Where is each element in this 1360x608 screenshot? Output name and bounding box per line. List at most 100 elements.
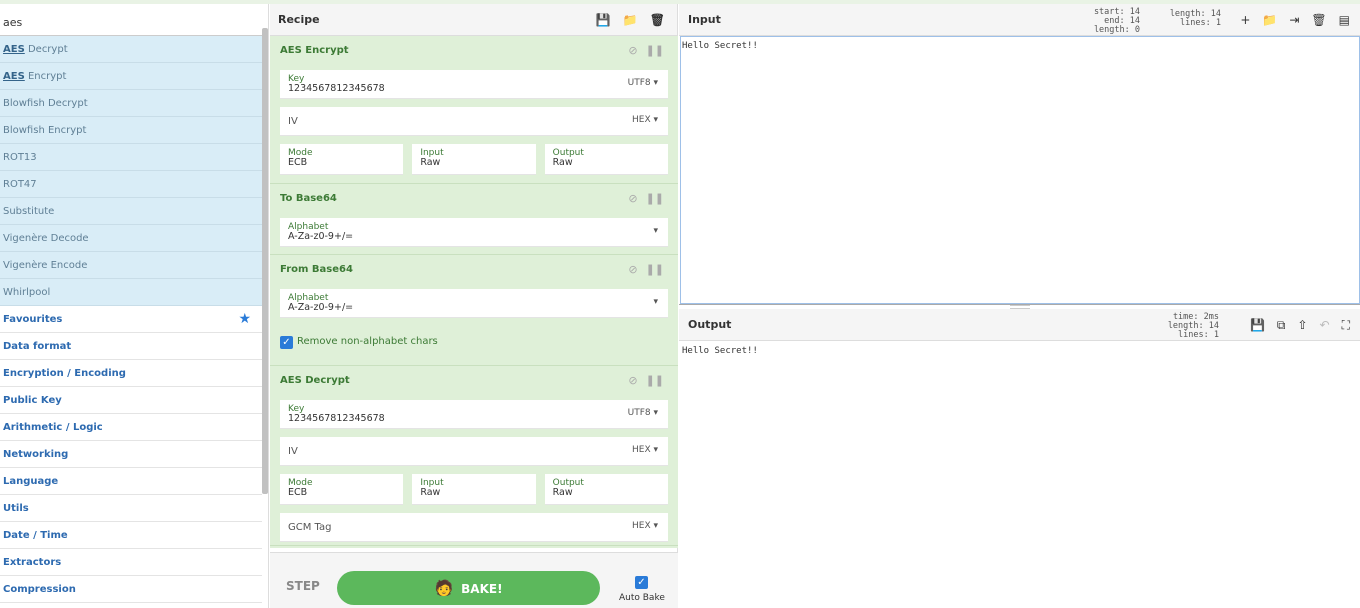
folder-icon[interactable]: 📁 <box>1262 4 1277 36</box>
save-icon[interactable]: 💾 <box>596 4 611 36</box>
iv-encoding-dropdown[interactable]: HEX ▾ <box>632 115 658 125</box>
key-field[interactable]: Key 1234567812345678 UTF8 ▾ <box>280 400 668 429</box>
gcm-tag-field[interactable]: GCM Tag HEX ▾ <box>280 513 668 542</box>
output-title: Output <box>688 318 732 331</box>
layout-icon[interactable]: ▤ <box>1339 4 1350 36</box>
iv-field[interactable]: IV HEX ▾ <box>280 437 668 466</box>
mode-select[interactable]: Mode ECB <box>280 474 404 505</box>
op-title: From Base64 <box>280 264 353 275</box>
output-header: Output time: 2ms length: 14 lines: 1 💾 ⧉ ⇧… <box>679 309 1360 341</box>
key-field[interactable]: Key 1234567812345678 UTF8 ▾ <box>280 70 668 99</box>
recipe-header: Recipe 💾 📁 🗑 <box>270 4 677 36</box>
input-text[interactable]: Hello Secret!! <box>682 41 758 51</box>
key-encoding-dropdown[interactable]: UTF8 ▾ <box>628 408 658 418</box>
output-value: Raw <box>552 487 573 498</box>
file-input-icon[interactable]: ⇥ <box>1289 4 1299 36</box>
operation-item[interactable]: Vigenère Encode <box>0 252 262 279</box>
undo-icon[interactable]: ↶ <box>1320 309 1330 341</box>
op-title: AES Decrypt <box>280 375 350 386</box>
alphabet-select[interactable]: Alphabet A-Za-z0-9+/= ▾ <box>280 289 668 318</box>
auto-bake-label: Auto Bake <box>619 593 665 603</box>
alphabet-value: A-Za-z0-9+/= <box>288 231 354 242</box>
folder-icon[interactable]: 📁 <box>623 4 638 36</box>
plus-icon[interactable]: + <box>1240 4 1250 36</box>
gcm-encoding-dropdown[interactable]: HEX ▾ <box>632 521 658 531</box>
category-list: Favourites ★ Data format Encryption / Encod… <box>0 306 262 603</box>
star-icon[interactable]: ★ <box>238 306 251 333</box>
operation-item[interactable]: ROT47 <box>0 171 262 198</box>
trash-icon[interactable]: 🗑 <box>650 4 665 36</box>
recipe-op-to-base64[interactable]: To Base64 ⊘ ❚❚ Alphabet A-Za-z0-9+/= ▾ <box>270 184 678 255</box>
operation-search-input[interactable] <box>0 10 262 36</box>
category-data-format[interactable]: Data format <box>0 333 262 360</box>
search-results: AES Decrypt AES Encrypt Blowfish Decrypt Bl… <box>0 36 262 306</box>
operations-scrollbar[interactable] <box>262 28 268 494</box>
input-title: Input <box>688 13 721 26</box>
key-value[interactable]: 1234567812345678 <box>288 413 385 424</box>
save-icon[interactable]: 💾 <box>1250 309 1265 341</box>
alphabet-select[interactable]: Alphabet A-Za-z0-9+/= ▾ <box>280 218 668 247</box>
recipe-op-from-base64[interactable]: From Base64 ⊘ ❚❚ Alphabet A-Za-z0-9+/= ▾ … <box>270 255 678 366</box>
mode-select[interactable]: Mode ECB <box>280 144 404 175</box>
remove-non-alphabet-label: Remove non-alphabet chars <box>297 336 438 347</box>
auto-bake-checkbox[interactable]: ✓ <box>635 576 648 589</box>
output-format-select[interactable]: Output Raw <box>544 474 668 505</box>
operation-item[interactable]: Substitute <box>0 198 262 225</box>
maximise-icon[interactable]: ⛶ <box>1342 309 1350 341</box>
operation-item[interactable]: Vigenère Decode <box>0 225 262 252</box>
remove-non-alphabet-checkbox[interactable]: ✓ <box>280 336 293 349</box>
iv-field[interactable]: IV HEX ▾ <box>280 107 668 136</box>
pause-icon[interactable]: ❚❚ <box>646 44 664 57</box>
chevron-down-icon[interactable]: ▾ <box>653 297 658 307</box>
iv-placeholder: IV <box>288 446 298 457</box>
operation-item[interactable]: AES Encrypt <box>0 63 262 90</box>
iv-encoding-dropdown[interactable]: HEX ▾ <box>632 445 658 455</box>
recipe-op-aes-decrypt[interactable]: AES Decrypt ⊘ ❚❚ Key 1234567812345678 UTF… <box>270 366 678 546</box>
input-format-select[interactable]: Input Raw <box>412 144 536 175</box>
copy-icon[interactable]: ⧉ <box>1277 309 1286 341</box>
iv-placeholder: IV <box>288 116 298 127</box>
pause-icon[interactable]: ❚❚ <box>646 374 664 387</box>
input-length-stats: length: 14 lines: 1 <box>1169 9 1221 28</box>
operation-item[interactable]: Whirlpool <box>0 279 262 306</box>
recipe-op-aes-encrypt[interactable]: AES Encrypt ⊘ ❚❚ Key 1234567812345678 UTF… <box>270 36 678 184</box>
mode-value: ECB <box>288 157 308 168</box>
trash-icon[interactable]: 🗑 <box>1311 4 1326 36</box>
op-title: To Base64 <box>280 193 337 204</box>
output-value: Raw <box>552 157 573 168</box>
step-button[interactable]: STEP <box>286 579 320 593</box>
disable-icon[interactable]: ⊘ <box>628 192 637 205</box>
replace-input-icon[interactable]: ⇧ <box>1297 309 1307 341</box>
disable-icon[interactable]: ⊘ <box>628 44 637 57</box>
category-extractors[interactable]: Extractors <box>0 549 262 576</box>
input-header: Input start: 14 end: 14 length: 0 length: … <box>679 4 1360 36</box>
chef-icon: 🧑 <box>434 579 454 597</box>
category-utils[interactable]: Utils <box>0 495 262 522</box>
input-textarea[interactable] <box>680 36 1360 304</box>
category-compression[interactable]: Compression <box>0 576 262 603</box>
category-networking[interactable]: Networking <box>0 441 262 468</box>
category-arithmetic-logic[interactable]: Arithmetic / Logic <box>0 414 262 441</box>
operation-item[interactable]: ROT13 <box>0 144 262 171</box>
chevron-down-icon[interactable]: ▾ <box>653 226 658 236</box>
input-value: Raw <box>420 157 441 168</box>
key-encoding-dropdown[interactable]: UTF8 ▾ <box>628 78 658 88</box>
pause-icon[interactable]: ❚❚ <box>646 263 664 276</box>
input-panel: Input start: 14 end: 14 length: 0 length: … <box>679 4 1360 305</box>
key-value[interactable]: 1234567812345678 <box>288 83 385 94</box>
operation-item[interactable]: Blowfish Encrypt <box>0 117 262 144</box>
gcm-tag-placeholder: GCM Tag <box>288 522 332 533</box>
pause-icon[interactable]: ❚❚ <box>646 192 664 205</box>
disable-icon[interactable]: ⊘ <box>628 263 637 276</box>
category-public-key[interactable]: Public Key <box>0 387 262 414</box>
operation-item[interactable]: Blowfish Decrypt <box>0 90 262 117</box>
category-favourites[interactable]: Favourites ★ <box>0 306 262 333</box>
category-encryption-encoding[interactable]: Encryption / Encoding <box>0 360 262 387</box>
category-date-time[interactable]: Date / Time <box>0 522 262 549</box>
output-format-select[interactable]: Output Raw <box>544 144 668 175</box>
disable-icon[interactable]: ⊘ <box>628 374 637 387</box>
operation-item[interactable]: AES Decrypt <box>0 36 262 63</box>
category-language[interactable]: Language <box>0 468 262 495</box>
input-format-select[interactable]: Input Raw <box>412 474 536 505</box>
bake-button[interactable]: 🧑 BAKE! <box>337 571 600 605</box>
